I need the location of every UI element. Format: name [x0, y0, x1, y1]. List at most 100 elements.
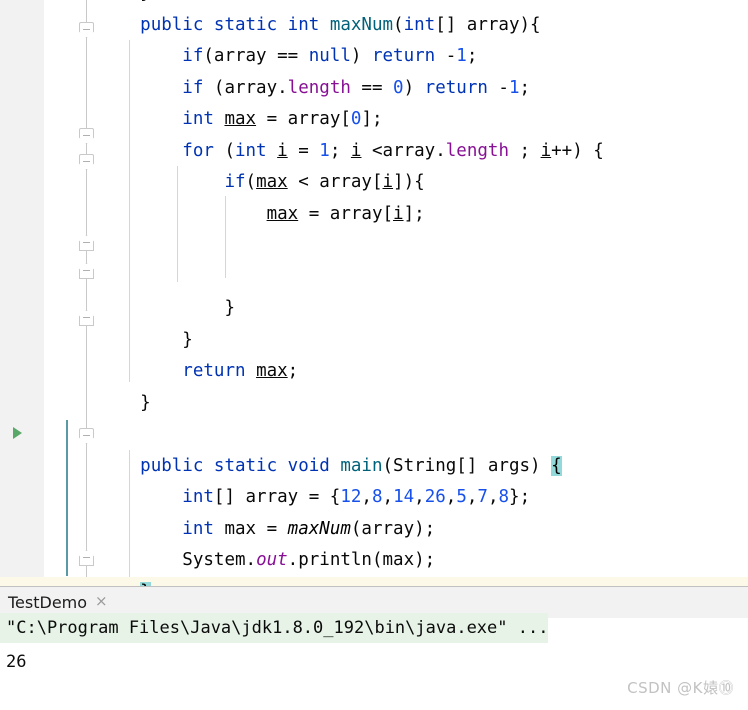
code-token: }: [182, 329, 193, 350]
code-token: ++) {: [551, 140, 604, 161]
code-line[interactable]: int[] array = {12,8,14,26,5,7,8};: [0, 482, 748, 514]
code-token: .println(max);: [287, 550, 436, 570]
console-output[interactable]: "C:\Program Files\Java\jdk1.8.0_192\bin\…: [0, 613, 748, 677]
code-line[interactable]: [0, 230, 748, 262]
code-token: (array ==: [203, 46, 309, 66]
code-text[interactable]: } public static int maxNum(int[] array){…: [0, 0, 748, 586]
code-line[interactable]: [0, 262, 748, 294]
code-line[interactable]: max = array[i];: [0, 199, 748, 231]
code-line[interactable]: if(max < array[i]){: [0, 167, 748, 199]
code-token: length: [445, 140, 509, 161]
code-token: max: [224, 109, 257, 129]
code-token: i: [277, 140, 288, 161]
code-token: {: [551, 455, 562, 476]
close-icon[interactable]: ×: [95, 594, 108, 611]
code-token: ==: [350, 77, 394, 98]
code-token: ,: [466, 487, 478, 507]
code-editor[interactable]: } public static int maxNum(int[] array){…: [0, 0, 748, 586]
code-token: if: [182, 77, 204, 98]
code-token: int: [234, 140, 267, 161]
code-token: [] array){: [435, 14, 541, 35]
code-token: i: [382, 172, 394, 192]
code-line[interactable]: System.out.println(max);: [0, 545, 748, 577]
code-token: maxNum: [287, 518, 351, 539]
code-token: return: [424, 77, 488, 98]
run-tool-window: TestDemo × "C:\Program Files\Java\jdk1.8…: [0, 587, 748, 710]
code-token: max =: [213, 518, 288, 539]
code-line[interactable]: }: [0, 0, 748, 10]
code-token: ;: [519, 77, 531, 98]
code-token: i: [540, 140, 552, 161]
code-token: int: [403, 14, 436, 35]
code-token: ];: [361, 109, 383, 129]
code-token: 14: [393, 487, 415, 507]
code-line[interactable]: }: [0, 388, 748, 420]
code-token: return: [371, 46, 436, 66]
code-token: ;: [329, 140, 351, 161]
code-token: ,: [382, 487, 394, 507]
csdn-watermark: CSDN @K媴⓾: [627, 679, 734, 697]
code-line[interactable]: if (array.length == 0) return -1;: [0, 73, 748, 105]
code-token: }: [224, 298, 235, 318]
code-line[interactable]: [0, 419, 748, 451]
code-token: ,: [487, 487, 499, 507]
code-token: (array);: [350, 518, 436, 539]
code-token: max: [256, 361, 288, 381]
code-token: ,: [361, 487, 372, 507]
code-token: public static void: [140, 455, 330, 476]
console-command-line: "C:\Program Files\Java\jdk1.8.0_192\bin\…: [0, 613, 549, 643]
code-token: for: [182, 140, 214, 161]
code-token: 1: [456, 46, 467, 66]
code-token: ]){: [393, 172, 425, 192]
code-line[interactable]: if(array == null) return -1;: [0, 41, 748, 73]
console-tab-label: TestDemo: [8, 593, 88, 612]
code-line[interactable]: public static int maxNum(int[] array){: [0, 10, 748, 42]
code-token: }: [140, 0, 151, 3]
code-token: int: [182, 518, 214, 539]
code-line[interactable]: for (int i = 1; i <array.length ; i++) {: [0, 136, 748, 168]
code-line[interactable]: }: [0, 576, 748, 586]
code-token: i: [350, 140, 362, 161]
code-token: ): [403, 77, 425, 98]
code-token: 1: [508, 77, 520, 98]
code-line[interactable]: public static void main(String[] args) {: [0, 451, 748, 483]
code-token: =: [287, 140, 320, 161]
code-token: ,: [445, 487, 457, 507]
code-token: = array[: [256, 109, 351, 129]
code-token: length: [287, 77, 351, 98]
ide-window: } public static int maxNum(int[] array){…: [0, 0, 748, 710]
code-line[interactable]: }: [0, 325, 748, 357]
code-token: 8: [498, 487, 510, 507]
code-line[interactable]: int max = maxNum(array);: [0, 514, 748, 546]
code-token: ;: [508, 140, 541, 161]
code-token: (String[] args): [382, 455, 552, 476]
code-token: 26: [424, 487, 446, 507]
code-token: }: [140, 581, 151, 586]
code-line[interactable]: }: [0, 293, 748, 325]
code-token: null: [308, 46, 351, 66]
code-line[interactable]: return max;: [0, 356, 748, 388]
code-token: <array.: [361, 140, 446, 161]
code-token: if: [182, 46, 204, 66]
code-line[interactable]: int max = array[0];: [0, 104, 748, 136]
code-token: out: [256, 550, 288, 570]
code-token: (: [245, 172, 257, 192]
code-token: < array[: [287, 172, 383, 192]
code-token: (: [213, 140, 235, 161]
code-token: maxNum: [329, 14, 394, 35]
code-token: [] array = {: [213, 487, 341, 507]
